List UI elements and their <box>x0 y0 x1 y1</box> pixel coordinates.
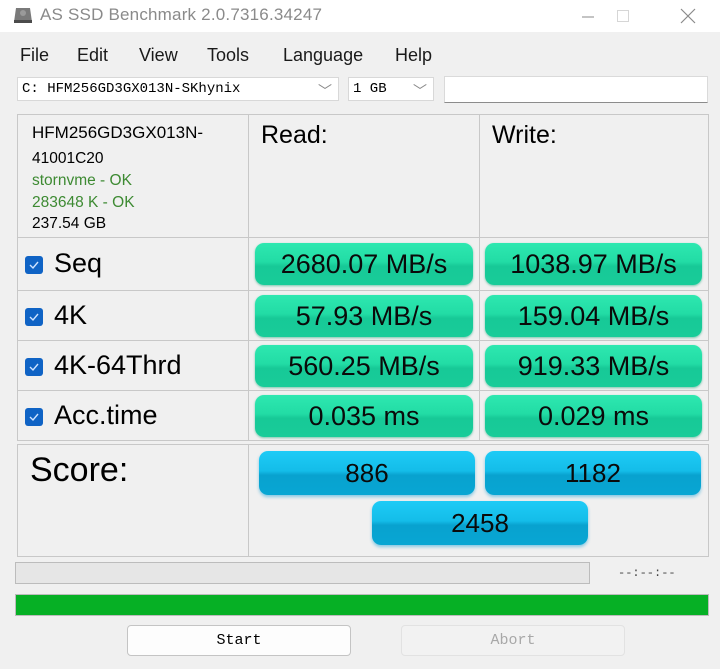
score-label: Score: <box>30 451 129 489</box>
test-row-acc-time: Acc.time <box>17 390 249 441</box>
checkmark-icon <box>29 261 39 270</box>
read-result: 0.035 ms <box>255 395 473 437</box>
read-result-cell: 560.25 MB/s <box>248 340 480 391</box>
test-row-seq: Seq <box>17 237 249 291</box>
test-label: Acc.time <box>54 400 158 430</box>
read-result: 57.93 MB/s <box>255 295 473 337</box>
title-bar: AS SSD Benchmark 2.0.7316.34247 <box>0 0 720 32</box>
menu-language[interactable]: Language <box>283 45 363 66</box>
write-result: 1038.97 MB/s <box>485 243 702 285</box>
write-result-cell: 1038.97 MB/s <box>479 237 709 291</box>
abort-button[interactable]: Abort <box>401 625 625 656</box>
overall-progress-fill <box>16 595 708 615</box>
read-result-cell: 2680.07 MB/s <box>248 237 480 291</box>
elapsed-time: --:--:-- <box>618 566 676 580</box>
write-header-cell: Write: <box>479 114 709 238</box>
test-label: 4K-64Thrd <box>54 350 182 380</box>
menu-view[interactable]: View <box>139 45 178 66</box>
write-result: 159.04 MB/s <box>485 295 702 337</box>
chevron-down-icon: ﹀ <box>413 85 427 101</box>
test-checkbox-4k-64thrd[interactable] <box>25 358 43 376</box>
checkmark-icon <box>29 363 39 372</box>
start-button[interactable]: Start <box>127 625 351 656</box>
chevron-down-icon: ﹀ <box>318 85 332 101</box>
read-result-cell: 0.035 ms <box>248 390 480 441</box>
read-score: 886 <box>259 451 475 495</box>
test-row-4k-64thrd: 4K-64Thrd <box>17 340 249 391</box>
maximize-button[interactable] <box>600 0 646 32</box>
write-header: Write: <box>492 121 557 149</box>
drive-firmware: 41001C20 <box>32 150 104 167</box>
minimize-icon <box>582 16 594 18</box>
test-row-4k: 4K <box>17 290 249 341</box>
drive-select-value: C: HFM256GD3GX013N-SKhynix <box>22 81 241 97</box>
window-title: AS SSD Benchmark 2.0.7316.34247 <box>40 5 323 24</box>
write-result: 919.33 MB/s <box>485 345 702 387</box>
checkmark-icon <box>29 313 39 322</box>
score-label-cell: Score: <box>17 444 249 557</box>
score-panel: 886 1182 2458 <box>248 444 709 557</box>
menu-edit[interactable]: Edit <box>77 45 108 66</box>
test-label: 4K <box>54 300 88 330</box>
read-result-cell: 57.93 MB/s <box>248 290 480 341</box>
close-button[interactable] <box>665 0 711 32</box>
test-checkbox-acc-time[interactable] <box>25 408 43 426</box>
read-result: 2680.07 MB/s <box>255 243 473 285</box>
checkmark-icon <box>29 413 39 422</box>
overall-progress-bar <box>15 594 709 616</box>
read-result: 560.25 MB/s <box>255 345 473 387</box>
test-size-select[interactable]: 1 GB ﹀ <box>348 77 434 101</box>
menu-file[interactable]: File <box>20 45 49 66</box>
menu-tools[interactable]: Tools <box>207 45 249 66</box>
maximize-icon <box>617 10 629 22</box>
drive-select[interactable]: C: HFM256GD3GX013N-SKhynix ﹀ <box>17 77 339 101</box>
test-checkbox-4k[interactable] <box>25 308 43 326</box>
write-result-cell: 919.33 MB/s <box>479 340 709 391</box>
test-progress-bar <box>15 562 590 584</box>
write-result: 0.029 ms <box>485 395 702 437</box>
drive-capacity: 237.54 GB <box>32 215 107 232</box>
alignment-status: 283648 K - OK <box>32 194 135 211</box>
test-label: Seq <box>54 248 103 278</box>
write-result-cell: 159.04 MB/s <box>479 290 709 341</box>
drive-icon <box>14 8 32 23</box>
drive-model: HFM256GD3GX013N- <box>32 123 204 142</box>
write-score: 1182 <box>485 451 701 495</box>
drive-info-panel: HFM256GD3GX013N- 41001C20 stornvme - OK … <box>17 114 249 238</box>
driver-status: stornvme - OK <box>32 172 132 189</box>
test-size-value: 1 GB <box>353 81 387 97</box>
test-checkbox-seq[interactable] <box>25 256 43 274</box>
total-score: 2458 <box>372 501 588 545</box>
menu-bar: File Edit View Tools Language Help <box>0 37 720 73</box>
close-icon <box>680 8 696 24</box>
menu-help[interactable]: Help <box>395 45 432 66</box>
write-result-cell: 0.029 ms <box>479 390 709 441</box>
read-header: Read: <box>261 121 328 149</box>
read-header-cell: Read: <box>248 114 480 238</box>
status-text-field[interactable] <box>444 76 708 103</box>
